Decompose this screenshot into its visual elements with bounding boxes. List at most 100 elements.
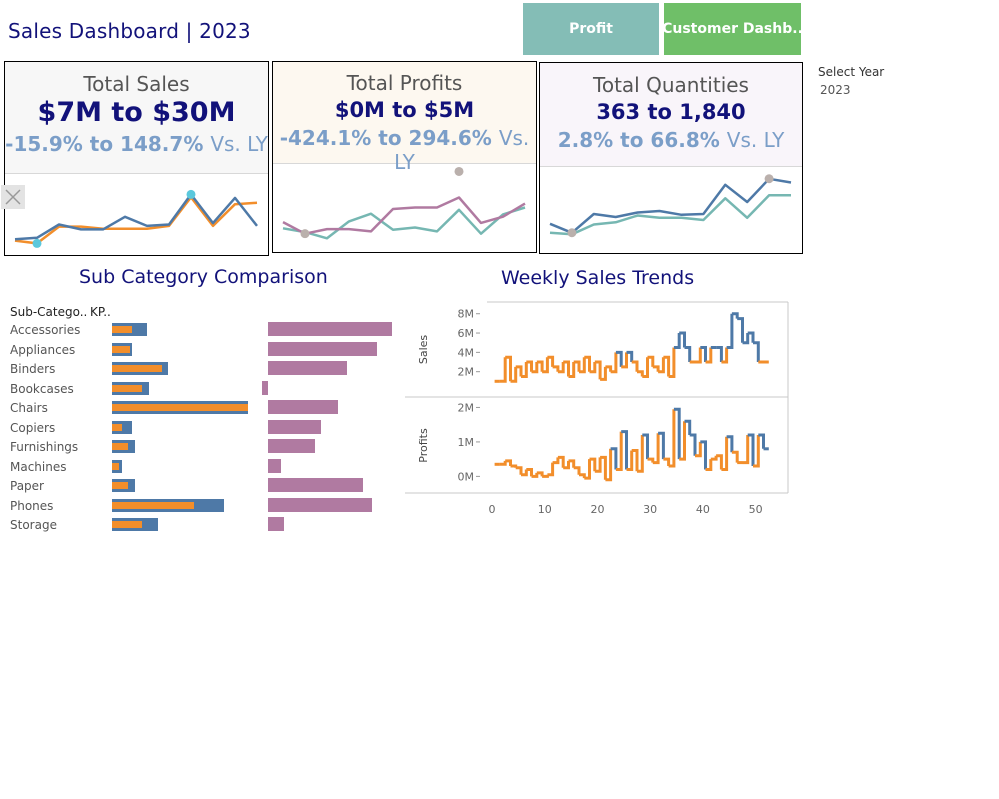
kpi-label: Total Quantities (593, 73, 749, 97)
profit-bar[interactable] (261, 380, 268, 395)
sparkline-min-marker (32, 238, 42, 248)
subcategory-label: Copiers (10, 420, 56, 435)
subcategory-title: Sub Category Comparison (79, 266, 328, 288)
sales-step (673, 333, 681, 349)
sales-py-bar[interactable] (112, 462, 119, 470)
sparkline-cy (549, 177, 792, 235)
sparkline-min-marker (300, 229, 310, 239)
sales-py-bar[interactable] (112, 404, 248, 411)
sparkline-min-marker (567, 228, 577, 238)
kpi-sparkline-quantities (549, 174, 792, 238)
sales-tick-label: 8M (458, 308, 475, 321)
kpi-change: 2.8% to 66.8% Vs. LY (557, 128, 785, 152)
x-tick-label: 30 (643, 503, 657, 516)
subcategory-label: Paper (10, 479, 44, 493)
sales-py-bar[interactable] (112, 345, 130, 353)
table-row[interactable]: Copiers (0, 418, 400, 438)
sparkline-py (549, 194, 791, 236)
customer-dashboard-nav-button[interactable]: Customer Dashb.. (664, 3, 801, 55)
sales-py-bar[interactable] (112, 384, 142, 392)
kpi-change: -15.9% to 148.7% Vs. LY (5, 132, 268, 156)
sales-tick-label: 6M (458, 327, 475, 340)
sales-step (716, 346, 723, 362)
x-tick-label: 20 (590, 503, 604, 516)
profit-step (689, 433, 697, 456)
kpi-value: $7M to $30M (37, 97, 236, 128)
kpi-card-total-quantities: Total Quantities 363 to 1,840 2.8% to 66… (539, 62, 803, 254)
subcategory-label: Furnishings (10, 440, 79, 454)
subcategory-label: Phones (10, 498, 54, 513)
profit-step (668, 409, 676, 468)
sales-py-bar[interactable] (112, 521, 142, 528)
profit-bar[interactable] (268, 439, 315, 453)
sales-py-bar[interactable] (112, 326, 133, 333)
table-row[interactable]: Bookcases (0, 379, 400, 399)
profit-step (647, 457, 655, 463)
profit-bar[interactable] (268, 361, 348, 375)
sales-py-bar[interactable] (112, 443, 129, 450)
sales-step (695, 347, 702, 364)
subcategory-label: Accessories (10, 323, 81, 337)
profit-bar[interactable] (268, 497, 372, 512)
profit-step (547, 462, 555, 477)
profit-bar[interactable] (268, 419, 322, 434)
profit-step (515, 466, 523, 475)
sales-step (637, 370, 644, 377)
profit-bar[interactable] (268, 322, 392, 336)
close-icon[interactable] (1, 185, 25, 209)
sales-py-bar[interactable] (112, 365, 163, 372)
subcategory-label: Appliances (10, 342, 76, 357)
kpi-sparkline-sales (14, 189, 258, 248)
x-tick-label: 10 (538, 503, 552, 516)
kpi-card-total-profits: Total Profits $0M to $5M -424.1% to 294.… (272, 61, 537, 253)
table-row[interactable]: Paper (0, 476, 400, 496)
table-row[interactable]: Appliances (0, 340, 400, 360)
kpi-header: Total Quantities 363 to 1,840 2.8% to 66… (540, 63, 802, 167)
profit-step (573, 466, 581, 475)
table-row[interactable]: Binders (0, 359, 400, 379)
kpi-value: $0M to $5M (334, 98, 475, 122)
subcategory-column-header[interactable]: Sub-Catego.. (10, 305, 87, 319)
sales-py-bar[interactable] (112, 423, 122, 431)
subcategory-label: Bookcases (10, 381, 74, 396)
sales-step (753, 341, 760, 362)
profit-step (663, 457, 671, 466)
table-row[interactable]: Phones (0, 496, 400, 516)
sales-py-bar[interactable] (112, 482, 129, 489)
sales-step (631, 360, 639, 372)
subcategory-chart: Accessories Appliances Binders Bookcases Cha… (0, 320, 400, 540)
sales-step (737, 317, 744, 343)
sales-step (684, 346, 692, 362)
table-row[interactable]: Storage (0, 515, 400, 535)
subcategory-label: Chairs (10, 401, 48, 415)
subcategory-label: Binders (10, 362, 56, 376)
profit-step (579, 473, 586, 479)
table-row[interactable]: Machines (0, 457, 400, 477)
kpi-header: Total Sales $7M to $30M -15.9% to 148.7%… (5, 62, 268, 174)
profit-step (731, 450, 739, 463)
year-filter-value[interactable]: 2023 (820, 83, 851, 97)
profit-nav-button[interactable]: Profit (523, 3, 659, 55)
x-tick-label: 0 (489, 503, 496, 516)
profit-bar[interactable] (268, 400, 339, 414)
table-row[interactable]: Chairs (0, 398, 400, 418)
kpi-card-total-sales: Total Sales $7M to $30M -15.9% to 148.7%… (1, 61, 269, 256)
kpi-value: 363 to 1,840 (596, 100, 746, 124)
profit-bar[interactable] (268, 478, 363, 492)
year-filter-label: Select Year (818, 65, 885, 79)
kpi-header: Total Profits $0M to $5M -424.1% to 294.… (273, 62, 536, 174)
profit-bar[interactable] (268, 341, 378, 356)
table-row[interactable]: Furnishings (0, 437, 400, 457)
sparkline-max-marker (764, 174, 774, 184)
sparkline-py (282, 206, 526, 240)
sales-py-bar[interactable] (112, 501, 194, 509)
sales-step (552, 365, 560, 372)
table-row[interactable]: Accessories (0, 320, 400, 340)
profit-bar[interactable] (268, 517, 284, 531)
subcategory-label: Storage (10, 518, 57, 532)
page-title: Sales Dashboard | 2023 (8, 19, 251, 43)
kpi-column-header[interactable]: KP.. (90, 305, 111, 319)
sales-step (652, 365, 660, 372)
profit-bar[interactable] (268, 458, 281, 473)
profit-step (710, 455, 718, 461)
